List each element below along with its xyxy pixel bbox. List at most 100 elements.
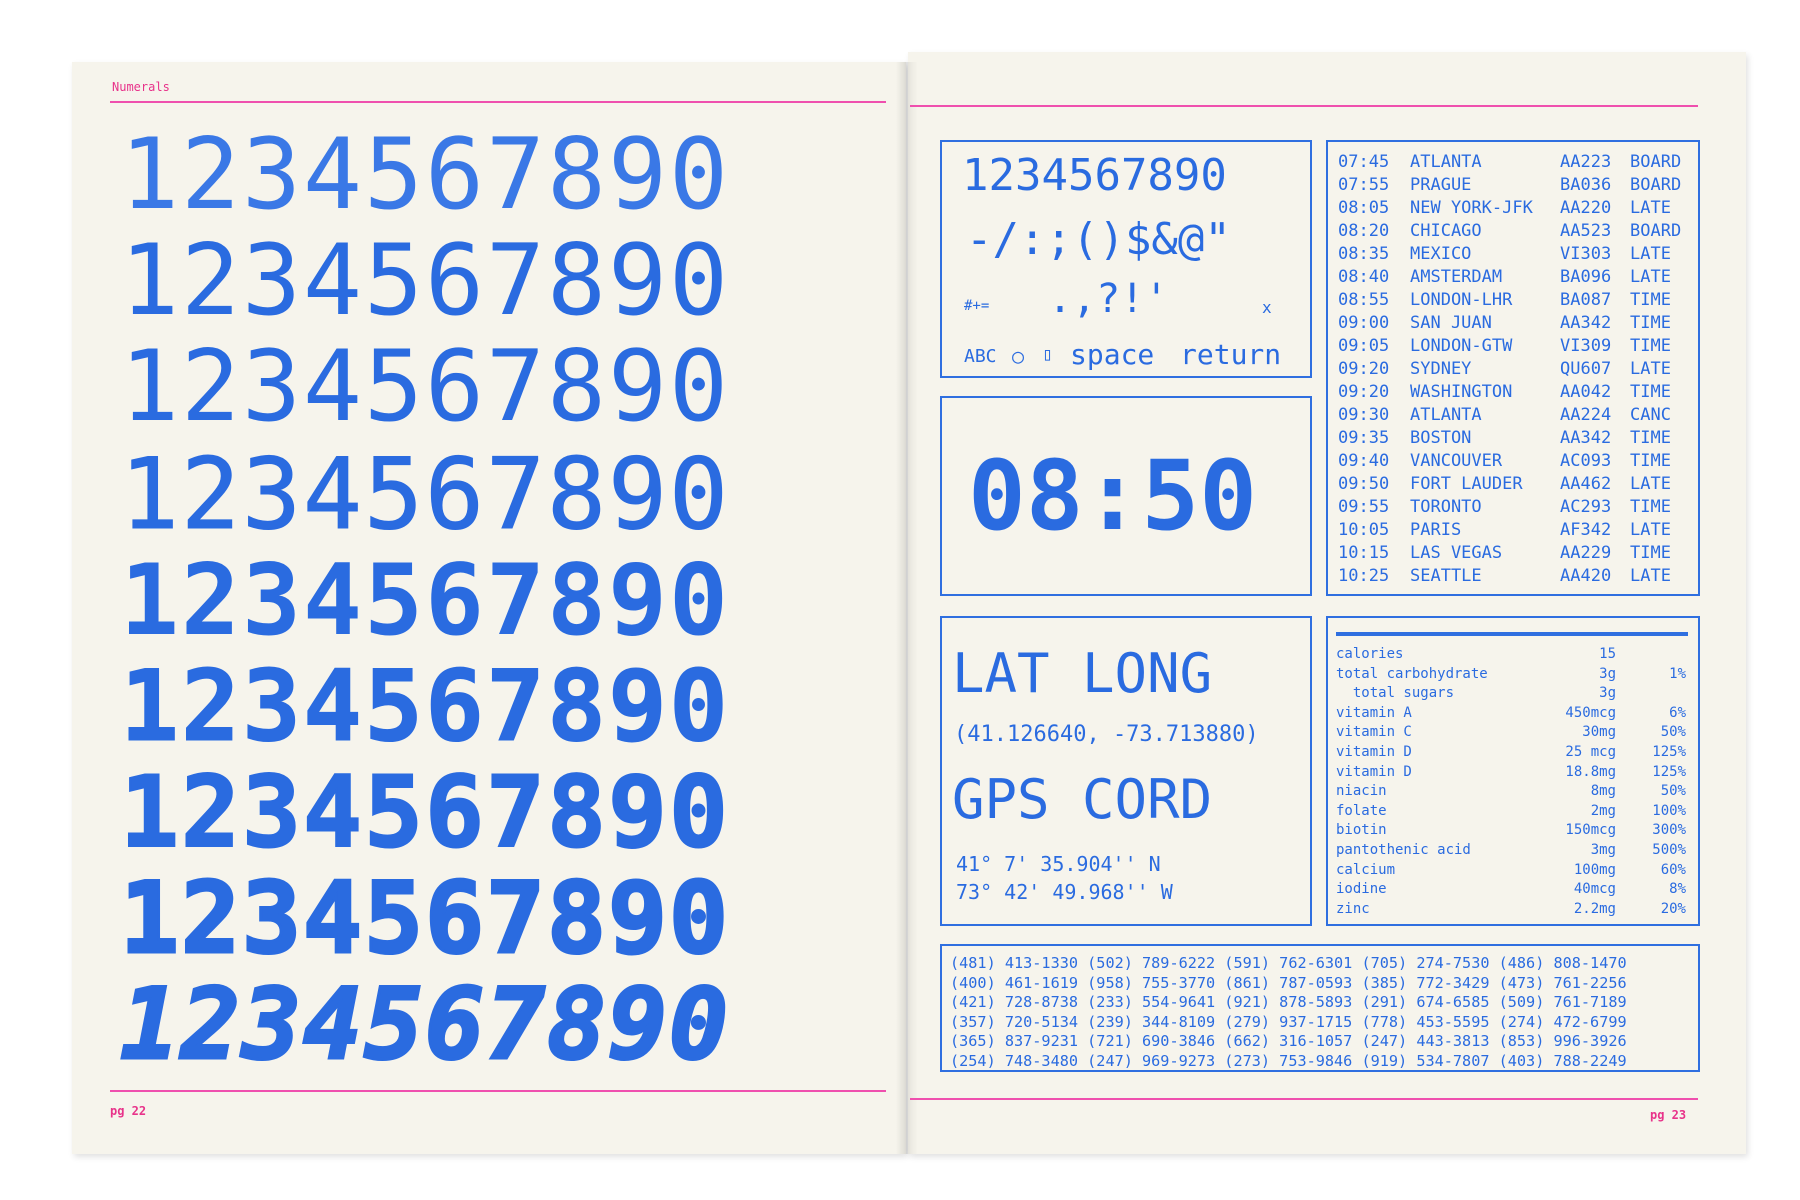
flight-time: 08:05: [1338, 198, 1390, 218]
nutrient-amount: 2.2mg: [1573, 900, 1616, 917]
flight-number: AA229: [1560, 543, 1612, 563]
section-label: Numerals: [112, 80, 170, 94]
nutrient-name: vitamin A: [1336, 704, 1412, 721]
flight-time: 09:05: [1338, 336, 1390, 356]
nutrient-amount: 3g: [1599, 685, 1616, 702]
flight-destination: TORONTO: [1410, 497, 1482, 517]
flight-time: 10:25: [1338, 566, 1390, 586]
nutrient-amount: 450mcg: [1565, 704, 1616, 721]
keyboard-abc-key: ABC: [964, 346, 997, 367]
nutrient-name: calcium: [1336, 861, 1396, 878]
flight-status: TIME: [1630, 382, 1671, 402]
top-rule-right: [910, 105, 1698, 107]
numerals-row-semibold: 1234567890: [119, 650, 731, 764]
keyboard-modifier-key: #+=: [964, 298, 990, 314]
page-number-left: pg 22: [110, 1104, 147, 1118]
flight-time: 07:45: [1338, 152, 1390, 172]
flight-time: 09:35: [1338, 428, 1390, 448]
flight-time: 09:50: [1338, 474, 1390, 494]
nutrient-percent: 50%: [1660, 724, 1686, 741]
page-number-right: pg 23: [1650, 1108, 1687, 1122]
flight-time: 10:05: [1338, 520, 1390, 540]
gps-longitude: 73° 42' 49.968'' W: [956, 880, 1173, 904]
nutrient-percent: 8%: [1669, 881, 1686, 898]
phone-row: (400) 461-1619 (958) 755-3770 (861) 787-…: [950, 973, 1627, 992]
nutrient-name: pantothenic acid: [1336, 842, 1471, 858]
flight-number: AA523: [1560, 221, 1612, 241]
gps-heading-latlong: LAT LONG: [952, 642, 1213, 705]
nutrient-name: vitamin D: [1336, 744, 1412, 760]
nutrient-percent: 125%: [1652, 744, 1686, 760]
nutrient-percent: 20%: [1660, 900, 1686, 917]
flight-status: TIME: [1630, 451, 1671, 471]
numerals-row-extrabold: 1234567890: [118, 862, 731, 976]
numerals-row-bold-italic: 1234567890: [118, 968, 731, 1082]
flight-destination: SAN JUAN: [1410, 313, 1492, 333]
nutrient-percent: 125%: [1652, 763, 1686, 780]
flight-status: LATE: [1630, 566, 1671, 586]
flight-destination: FORT LAUDER: [1410, 474, 1523, 494]
flight-status: LATE: [1630, 359, 1671, 379]
flight-time: 08:55: [1338, 290, 1390, 310]
flight-status: LATE: [1630, 267, 1671, 287]
flight-destination: SYDNEY: [1410, 359, 1472, 379]
flight-destination: PARIS: [1410, 520, 1462, 540]
flight-number: AA220: [1560, 198, 1612, 218]
flight-destination: BOSTON: [1410, 428, 1472, 448]
numerals-row-bold: 1234567890: [119, 756, 731, 870]
flight-number: BA036: [1560, 175, 1612, 195]
phone-row: (481) 413-1330 (502) 789-6222 (591) 762-…: [950, 954, 1627, 972]
flight-number: AA462: [1560, 474, 1612, 494]
bottom-rule-left: [110, 1090, 886, 1092]
flight-destination: ATLANTA: [1410, 152, 1482, 172]
nutrient-name: biotin: [1336, 822, 1387, 839]
flight-number: AA342: [1560, 313, 1612, 333]
flight-destination: VANCOUVER: [1410, 451, 1503, 471]
numerals-row-light: 1234567890: [120, 330, 731, 444]
flight-status: TIME: [1630, 428, 1671, 448]
keyboard-digits: 1234567890: [962, 150, 1227, 201]
bottom-rule-right: [910, 1098, 1698, 1100]
numerals-row-thin: 1234567890: [120, 118, 731, 232]
keyboard-symbols: -/:;()$&@": [966, 214, 1231, 265]
nutrient-amount: 150mcg: [1565, 822, 1616, 839]
flight-number: AA042: [1560, 382, 1612, 402]
flight-status: BOARD: [1630, 152, 1682, 172]
gps-heading-cord: GPS CORD: [952, 768, 1213, 831]
flight-destination: AMSTERDAM: [1410, 267, 1503, 287]
nutrient-amount: 100mg: [1573, 861, 1616, 878]
gps-latitude: 41° 7' 35.904'' N: [956, 852, 1161, 876]
nutrient-name: vitamin D: [1336, 763, 1412, 780]
nutrient-name: iodine: [1336, 881, 1387, 898]
flight-destination: LAS VEGAS: [1410, 543, 1503, 563]
numerals-row-regular: 1234567890: [119, 438, 731, 552]
flight-destination: LONDON-LHR: [1410, 290, 1513, 310]
numerals-row-extralight: 1234567890: [120, 224, 731, 338]
flight-number: VI309: [1560, 336, 1612, 356]
flight-number: AF342: [1560, 520, 1612, 540]
flight-destination: ATLANTA: [1410, 405, 1482, 425]
flight-number: VI303: [1560, 244, 1612, 264]
flight-status: TIME: [1630, 543, 1671, 563]
flight-status: CANC: [1630, 405, 1671, 425]
nutrient-name: folate: [1336, 802, 1387, 819]
flight-number: AC093: [1560, 451, 1612, 471]
flight-destination: WASHINGTON: [1410, 382, 1513, 402]
flight-time: 08:20: [1338, 221, 1390, 241]
flight-time: 09:40: [1338, 451, 1390, 471]
keyboard-punctuation: .,?!': [1048, 276, 1169, 322]
keyboard-close-key: x: [1262, 298, 1272, 317]
phone-row: (421) 728-8738 (233) 554-9641 (921) 878-…: [950, 993, 1627, 1011]
flight-destination: NEW YORK-JFK: [1410, 198, 1533, 218]
nutrient-name: vitamin C: [1336, 724, 1412, 741]
nutrient-amount: 3g: [1599, 665, 1616, 682]
nutrient-name: niacin: [1336, 783, 1387, 800]
nutrient-amount: 18.8mg: [1565, 763, 1616, 780]
flight-status: BOARD: [1630, 175, 1682, 195]
nutrient-amount: 40mcg: [1573, 881, 1616, 898]
nutrient-name: zinc: [1336, 900, 1370, 917]
nutrient-amount: 8mg: [1590, 783, 1616, 800]
flight-time: 09:20: [1338, 382, 1390, 402]
flight-status: TIME: [1630, 336, 1671, 356]
numerals-row-medium: 1234567890: [120, 544, 731, 658]
